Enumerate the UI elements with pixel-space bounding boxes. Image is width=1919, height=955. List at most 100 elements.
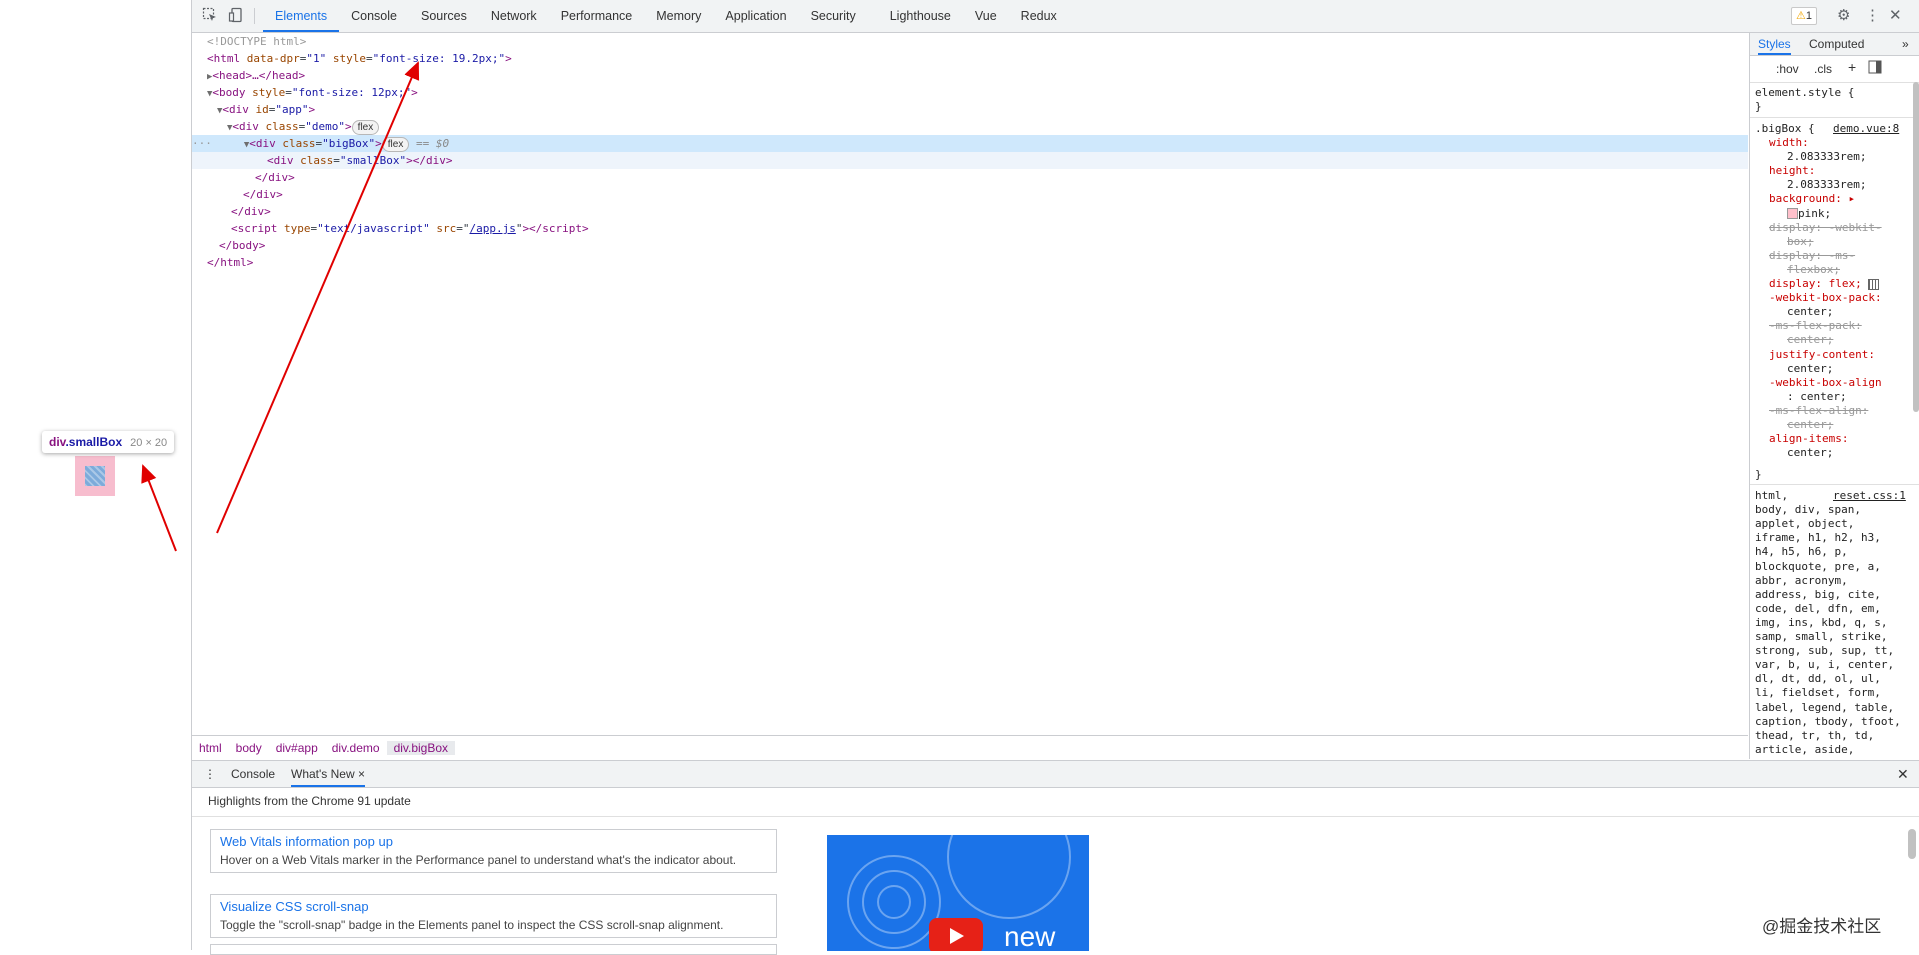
style-declaration[interactable]: : center; <box>1787 390 1919 404</box>
tab-computed[interactable]: Computed <box>1809 33 1864 53</box>
style-declaration[interactable]: center; <box>1787 446 1919 460</box>
reset-selector-line[interactable]: abbr, acronym, <box>1755 574 1919 588</box>
tab-lighthouse[interactable]: Lighthouse <box>878 0 963 30</box>
dom-line-close-div[interactable]: </div> <box>192 186 1748 203</box>
reset-selector-line[interactable]: dl, dt, dd, ol, ul, <box>1755 672 1919 686</box>
reset-selector-line[interactable]: caption, tbody, tfoot, <box>1755 715 1919 729</box>
reset-selector-line[interactable]: iframe, h1, h2, h3, <box>1755 531 1919 545</box>
reset-selector-line[interactable]: label, legend, table, <box>1755 701 1919 715</box>
reset-selector-line[interactable]: blockquote, pre, a, <box>1755 560 1919 574</box>
script-src-link[interactable]: /app.js <box>469 222 515 235</box>
drawer-tab-whats-new[interactable]: What's New × <box>291 761 365 787</box>
chevron-more-icon[interactable]: » <box>1902 33 1909 53</box>
flexbox-editor-icon[interactable] <box>1867 278 1879 290</box>
style-declaration[interactable]: 2.083333rem; <box>1787 150 1919 164</box>
reset-selector-line[interactable]: applet, object, <box>1755 517 1919 531</box>
dom-line-close-div[interactable]: </div> <box>192 203 1748 220</box>
style-declaration[interactable]: center; <box>1787 333 1919 347</box>
style-declaration[interactable]: width: <box>1769 136 1919 150</box>
source-link[interactable]: demo.vue:8 <box>1833 122 1899 135</box>
dom-line-bigbox[interactable]: ··· ▼<div class="bigBox"> flex == $0 <box>192 135 1748 152</box>
close-icon[interactable]: ✕ <box>1889 6 1902 26</box>
style-declaration[interactable]: display: -webkit- <box>1769 221 1919 235</box>
drawer-scrollbar[interactable] <box>1908 829 1916 859</box>
tab-network[interactable]: Network <box>479 0 549 30</box>
breadcrumb-app[interactable]: div#app <box>269 741 325 755</box>
device-toolbar-icon[interactable] <box>227 7 245 25</box>
kebab-menu-icon[interactable]: ⋮ <box>204 761 216 785</box>
tab-memory[interactable]: Memory <box>644 0 713 30</box>
reset-selector-line[interactable]: h4, h5, h6, p, <box>1755 545 1919 559</box>
style-declaration[interactable]: flexbox; <box>1787 263 1919 277</box>
reset-selector-line[interactable]: address, big, cite, <box>1755 588 1919 602</box>
style-declaration[interactable]: center; <box>1787 362 1919 376</box>
styles-scrollbar[interactable] <box>1913 82 1919 412</box>
cursor-select-icon[interactable] <box>201 7 219 25</box>
tab-application[interactable]: Application <box>713 0 798 30</box>
element-style-selector[interactable]: element.style { <box>1755 86 1919 100</box>
tab-performance[interactable]: Performance <box>549 0 645 30</box>
gear-icon[interactable]: ⚙ <box>1837 6 1850 26</box>
style-declaration[interactable]: background: ▸ <box>1769 192 1919 206</box>
tab-sources[interactable]: Sources <box>409 0 479 30</box>
dom-line-script[interactable]: <script type="text/javascript" src="/app… <box>192 220 1748 237</box>
reset-selector-line[interactable]: samp, small, strike, <box>1755 630 1919 644</box>
dom-line-doctype[interactable]: <!DOCTYPE html> <box>192 33 1748 50</box>
reset-selector-line[interactable]: strong, sub, sup, tt, <box>1755 644 1919 658</box>
dom-line-app[interactable]: ▼<div id="app"> <box>192 101 1748 118</box>
flex-badge[interactable]: flex <box>351 119 380 135</box>
dom-line-close-body[interactable]: </body> <box>192 237 1748 254</box>
tab-elements[interactable]: Elements <box>263 0 340 32</box>
reset-selector-line[interactable]: li, fieldset, form, <box>1755 686 1919 700</box>
tab-styles[interactable]: Styles <box>1758 33 1791 55</box>
tab-redux[interactable]: Redux <box>1009 0 1069 30</box>
breadcrumb-bigbox[interactable]: div.bigBox <box>386 741 456 755</box>
style-declaration[interactable]: align-items: <box>1769 432 1919 446</box>
new-rule-icon[interactable]: + <box>1848 59 1856 75</box>
style-declaration[interactable]: box; <box>1787 235 1919 249</box>
reset-selector-line[interactable]: article, aside, <box>1755 743 1919 757</box>
style-declaration[interactable]: display: -ms- <box>1769 249 1919 263</box>
whats-new-video-thumbnail[interactable]: new <box>827 835 1089 951</box>
style-declaration[interactable]: justify-content: <box>1769 348 1919 362</box>
feature-title[interactable]: Web Vitals information pop up <box>220 834 767 850</box>
dom-line-demo[interactable]: ▼<div class="demo"> flex <box>192 118 1748 135</box>
style-declaration[interactable]: center; <box>1787 418 1919 432</box>
style-declaration[interactable]: 2.083333rem; <box>1787 178 1919 192</box>
dom-line-close-div[interactable]: </div> <box>192 169 1748 186</box>
feature-title[interactable]: Visualize CSS scroll-snap <box>220 899 767 915</box>
youtube-play-icon[interactable] <box>929 918 983 951</box>
style-declaration[interactable]: -ms-flex-align: <box>1769 404 1919 418</box>
reset-selector-line[interactable]: thead, tr, th, td, <box>1755 729 1919 743</box>
dom-line-html[interactable]: <html data-dpr="1" style="font-size: 19.… <box>192 50 1748 67</box>
style-declaration[interactable]: display: flex; <box>1769 277 1919 291</box>
breadcrumb-demo[interactable]: div.demo <box>325 741 387 755</box>
feature-card[interactable]: Visualize CSS scroll-snap Toggle the "sc… <box>210 894 777 938</box>
style-declaration[interactable]: height: <box>1769 164 1919 178</box>
bigbox-source-link[interactable]: demo.vue:8 <box>1833 122 1919 136</box>
reset-selector-line[interactable]: body, div, span, <box>1755 503 1919 517</box>
feature-card[interactable]: Web Vitals information pop up Hover on a… <box>210 829 777 873</box>
tab-security[interactable]: Security <box>799 0 868 30</box>
style-declaration[interactable]: pink; <box>1787 207 1919 221</box>
style-declaration[interactable]: -webkit-box-align <box>1769 376 1919 390</box>
reset-selector-line[interactable]: canvas, details, <box>1755 757 1919 759</box>
style-declaration[interactable]: -ms-flex-pack: <box>1769 319 1919 333</box>
kebab-menu-icon[interactable]: ⋮ <box>1865 6 1880 26</box>
smallbox-highlight[interactable] <box>85 466 105 486</box>
hov-toggle[interactable]: :hov <box>1776 62 1799 76</box>
cls-toggle[interactable]: .cls <box>1814 62 1832 76</box>
reset-selector-line[interactable]: html, <box>1755 489 1919 503</box>
style-declaration[interactable]: center; <box>1787 305 1919 319</box>
tab-vue[interactable]: Vue <box>963 0 1009 30</box>
warning-badge[interactable]: ⚠1 <box>1791 7 1817 25</box>
breadcrumb-body[interactable]: body <box>229 741 269 755</box>
dom-line-close-html[interactable]: </html> <box>192 254 1748 271</box>
dom-line-head[interactable]: ▶<head>…</head> <box>192 67 1748 84</box>
style-declaration[interactable]: -webkit-box-pack: <box>1769 291 1919 305</box>
close-tab-icon[interactable]: × <box>358 767 365 781</box>
dom-line-smallbox[interactable]: <div class="smallBox"></div> <box>192 152 1748 169</box>
reset-selector-line[interactable]: var, b, u, i, center, <box>1755 658 1919 672</box>
close-drawer-icon[interactable]: ✕ <box>1897 761 1909 785</box>
flex-badge[interactable]: flex <box>381 136 410 152</box>
